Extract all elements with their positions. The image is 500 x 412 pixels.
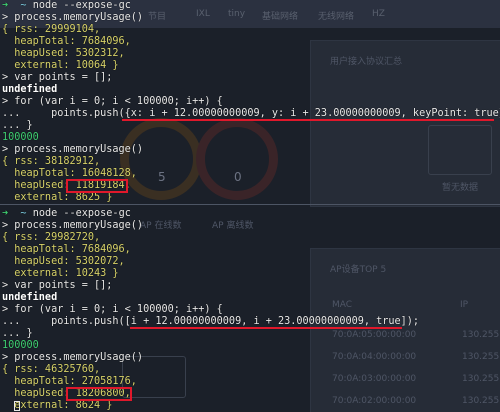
heapused-label: heapUsed:: [2, 180, 76, 191]
repl-output-line: heapUsed: 5302312,: [2, 48, 125, 59]
repl-output-line: { rss: 29999104,: [2, 24, 101, 35]
prompt-directory: ~: [20, 208, 27, 219]
repl-output-line: external: 10243 }: [2, 268, 119, 279]
repl-output-result: 100000: [2, 132, 39, 143]
shell-command: node --expose-gc: [32, 0, 131, 11]
repl-output-line: external: 8625 }: [2, 192, 113, 203]
repl-output-line: heapTotal: 7684096,: [2, 244, 131, 255]
shell-command: node --expose-gc: [32, 208, 131, 219]
repl-output-line: { rss: 46325760,: [2, 364, 101, 375]
annotation-underline-array-push: [130, 327, 402, 329]
repl-input-line: ... }: [2, 328, 33, 339]
repl-output-line: heapTotal: 7684096,: [2, 36, 131, 47]
annotation-underline-object-push: [122, 119, 494, 121]
repl-input-line: > process.memoryUsage(): [2, 220, 144, 231]
annotation-box-heapused-array: [66, 387, 132, 401]
repl-input-line: > var points = [];: [2, 280, 113, 291]
heapused-label: heapUsed:: [2, 388, 76, 399]
prompt-arrow-icon: ➜: [2, 0, 9, 11]
repl-input-line: > process.memoryUsage(): [2, 12, 144, 23]
terminal-prompt-line: ➜ ~ node --expose-gc: [2, 0, 131, 12]
repl-output-line: heapUsed: 5302072,: [2, 256, 125, 267]
repl-output-result: 100000: [2, 340, 39, 351]
annotation-box-heapused-object: [66, 179, 128, 193]
repl-input-line: > process.memoryUsage(): [2, 144, 144, 155]
terminal-cursor[interactable]: [14, 401, 20, 411]
repl-input-line: > var points = [];: [2, 72, 113, 83]
repl-input-line: > for (var i = 0; i < 100000; i++) {: [2, 304, 223, 315]
repl-input-line: ... }: [2, 120, 33, 131]
repl-input-line: > process.memoryUsage(): [2, 352, 144, 363]
repl-output-line: { rss: 38182912,: [2, 156, 101, 167]
terminal-prompt-line: ➜ ~ node --expose-gc: [2, 208, 131, 220]
repl-output-line: { rss: 29982720,: [2, 232, 101, 243]
session-divider: [0, 204, 500, 205]
repl-input-line: > for (var i = 0; i < 100000; i++) {: [2, 96, 223, 107]
repl-output-undefined: undefined: [2, 84, 58, 95]
prompt-directory: ~: [20, 0, 27, 11]
repl-output-undefined: undefined: [2, 292, 58, 303]
terminal[interactable]: ➜ ~ node --expose-gc > process.memoryUsa…: [0, 0, 500, 412]
repl-output-line: external: 10064 }: [2, 60, 119, 71]
prompt-arrow-icon: ➜: [2, 208, 9, 219]
